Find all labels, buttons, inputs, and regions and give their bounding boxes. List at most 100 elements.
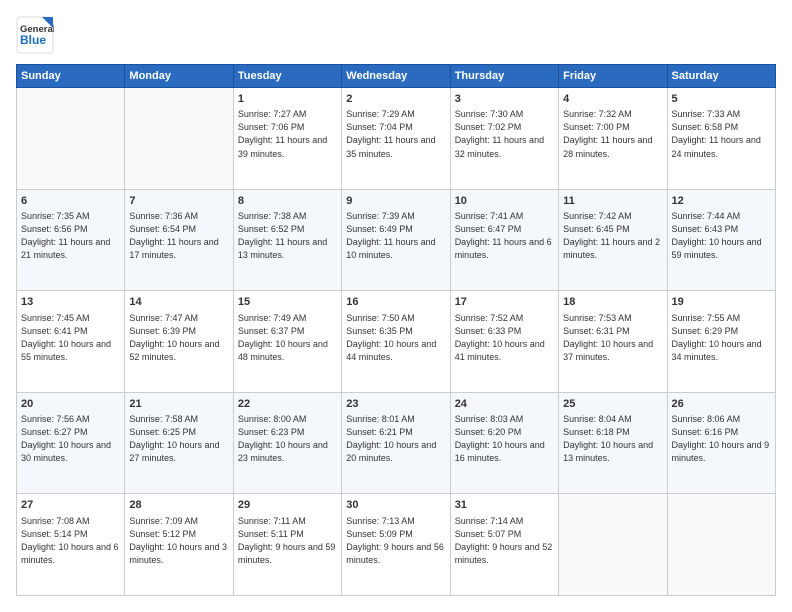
day-info: Sunrise: 7:41 AM Sunset: 6:47 PM Dayligh… [455,210,554,262]
calendar-cell: 27 Sunrise: 7:08 AM Sunset: 5:14 PM Dayli… [17,494,125,596]
day-info: Sunrise: 7:13 AM Sunset: 5:09 PM Dayligh… [346,515,445,567]
calendar-cell: 20Sunrise: 7:56 AM Sunset: 6:27 PM Dayli… [17,392,125,494]
calendar-cell: 7Sunrise: 7:36 AM Sunset: 6:54 PM Daylig… [125,189,233,291]
day-info: Sunrise: 7:09 AM Sunset: 5:12 PM Dayligh… [129,515,228,567]
day-number: 5 [672,92,771,107]
day-info: Sunrise: 7:44 AM Sunset: 6:43 PM Dayligh… [672,210,771,262]
day-number: 3 [455,92,554,107]
day-number: 28 [129,498,228,513]
calendar-cell: 15 Sunrise: 7:49 AM Sunset: 6:37 PM Dayli… [233,291,341,393]
calendar-cell: 16 Sunrise: 7:50 AM Sunset: 6:35 PM Dayli… [342,291,450,393]
calendar-cell [667,494,775,596]
day-number: 30 [346,498,445,513]
weekday-header-monday: Monday [125,65,233,88]
day-number: 13 [21,295,120,310]
calendar-cell: 14 Sunrise: 7:47 AM Sunset: 6:39 PM Dayli… [125,291,233,393]
day-info: Sunrise: 8:04 AM Sunset: 6:18 PM Dayligh… [563,413,662,465]
calendar: SundayMondayTuesdayWednesdayThursdayFrid… [16,64,776,596]
day-number: 27 [21,498,120,513]
calendar-cell: 23Sunrise: 8:01 AM Sunset: 6:21 PM Dayli… [342,392,450,494]
day-number: 20 [21,397,120,412]
calendar-cell: 30 Sunrise: 7:13 AM Sunset: 5:09 PM Dayli… [342,494,450,596]
day-number: 2 [346,92,445,107]
day-info: Sunrise: 7:38 AM Sunset: 6:52 PM Dayligh… [238,210,337,262]
calendar-cell: 28 Sunrise: 7:09 AM Sunset: 5:12 PM Dayli… [125,494,233,596]
calendar-cell: 9Sunrise: 7:39 AM Sunset: 6:49 PM Daylig… [342,189,450,291]
day-number: 23 [346,397,445,412]
weekday-header-wednesday: Wednesday [342,65,450,88]
day-info: Sunrise: 7:29 AM Sunset: 7:04 PM Dayligh… [346,108,445,160]
calendar-cell: 21Sunrise: 7:58 AM Sunset: 6:25 PM Dayli… [125,392,233,494]
day-info: Sunrise: 7:50 AM Sunset: 6:35 PM Dayligh… [346,312,445,364]
calendar-cell: 6Sunrise: 7:35 AM Sunset: 6:56 PM Daylig… [17,189,125,291]
weekday-header-tuesday: Tuesday [233,65,341,88]
day-info: Sunrise: 8:03 AM Sunset: 6:20 PM Dayligh… [455,413,554,465]
calendar-cell: 31 Sunrise: 7:14 AM Sunset: 5:07 PM Dayli… [450,494,558,596]
day-number: 24 [455,397,554,412]
day-info: Sunrise: 7:33 AM Sunset: 6:58 PM Dayligh… [672,108,771,160]
day-info: Sunrise: 7:56 AM Sunset: 6:27 PM Dayligh… [21,413,120,465]
day-info: Sunrise: 7:08 AM Sunset: 5:14 PM Dayligh… [21,515,120,567]
day-number: 21 [129,397,228,412]
day-number: 14 [129,295,228,310]
day-info: Sunrise: 7:39 AM Sunset: 6:49 PM Dayligh… [346,210,445,262]
weekday-header-sunday: Sunday [17,65,125,88]
day-info: Sunrise: 7:49 AM Sunset: 6:37 PM Dayligh… [238,312,337,364]
weekday-header-friday: Friday [559,65,667,88]
day-number: 10 [455,194,554,209]
calendar-week-1: 1Sunrise: 7:27 AM Sunset: 7:06 PM Daylig… [17,88,776,190]
weekday-header-thursday: Thursday [450,65,558,88]
day-info: Sunrise: 7:47 AM Sunset: 6:39 PM Dayligh… [129,312,228,364]
day-info: Sunrise: 7:30 AM Sunset: 7:02 PM Dayligh… [455,108,554,160]
day-number: 19 [672,295,771,310]
calendar-cell [125,88,233,190]
svg-text:Blue: Blue [20,33,46,47]
day-info: Sunrise: 7:42 AM Sunset: 6:45 PM Dayligh… [563,210,662,262]
day-info: Sunrise: 7:58 AM Sunset: 6:25 PM Dayligh… [129,413,228,465]
day-number: 16 [346,295,445,310]
day-info: Sunrise: 7:35 AM Sunset: 6:56 PM Dayligh… [21,210,120,262]
calendar-cell: 5Sunrise: 7:33 AM Sunset: 6:58 PM Daylig… [667,88,775,190]
day-number: 7 [129,194,228,209]
calendar-cell: 1Sunrise: 7:27 AM Sunset: 7:06 PM Daylig… [233,88,341,190]
day-number: 15 [238,295,337,310]
day-info: Sunrise: 7:45 AM Sunset: 6:41 PM Dayligh… [21,312,120,364]
day-number: 25 [563,397,662,412]
weekday-header-saturday: Saturday [667,65,775,88]
logo-svg: General Blue [16,16,54,54]
day-info: Sunrise: 7:53 AM Sunset: 6:31 PM Dayligh… [563,312,662,364]
day-number: 4 [563,92,662,107]
page: General Blue SundayMondayTuesdayWednesda… [0,0,792,612]
header: General Blue [16,16,776,54]
calendar-week-5: 27 Sunrise: 7:08 AM Sunset: 5:14 PM Dayli… [17,494,776,596]
day-number: 22 [238,397,337,412]
day-info: Sunrise: 8:01 AM Sunset: 6:21 PM Dayligh… [346,413,445,465]
calendar-cell: 18 Sunrise: 7:53 AM Sunset: 6:31 PM Dayli… [559,291,667,393]
weekday-row: SundayMondayTuesdayWednesdayThursdayFrid… [17,65,776,88]
calendar-week-2: 6Sunrise: 7:35 AM Sunset: 6:56 PM Daylig… [17,189,776,291]
day-info: Sunrise: 7:11 AM Sunset: 5:11 PM Dayligh… [238,515,337,567]
day-number: 31 [455,498,554,513]
calendar-cell: 2Sunrise: 7:29 AM Sunset: 7:04 PM Daylig… [342,88,450,190]
day-info: Sunrise: 7:55 AM Sunset: 6:29 PM Dayligh… [672,312,771,364]
calendar-cell: 10Sunrise: 7:41 AM Sunset: 6:47 PM Dayli… [450,189,558,291]
calendar-week-3: 13 Sunrise: 7:45 AM Sunset: 6:41 PM Dayli… [17,291,776,393]
day-number: 1 [238,92,337,107]
day-number: 9 [346,194,445,209]
day-info: Sunrise: 7:14 AM Sunset: 5:07 PM Dayligh… [455,515,554,567]
calendar-cell: 22Sunrise: 8:00 AM Sunset: 6:23 PM Dayli… [233,392,341,494]
calendar-cell: 25Sunrise: 8:04 AM Sunset: 6:18 PM Dayli… [559,392,667,494]
day-number: 29 [238,498,337,513]
calendar-cell: 13 Sunrise: 7:45 AM Sunset: 6:41 PM Dayli… [17,291,125,393]
day-info: Sunrise: 7:36 AM Sunset: 6:54 PM Dayligh… [129,210,228,262]
calendar-cell: 3Sunrise: 7:30 AM Sunset: 7:02 PM Daylig… [450,88,558,190]
day-info: Sunrise: 8:06 AM Sunset: 6:16 PM Dayligh… [672,413,771,465]
calendar-cell: 24Sunrise: 8:03 AM Sunset: 6:20 PM Dayli… [450,392,558,494]
day-info: Sunrise: 8:00 AM Sunset: 6:23 PM Dayligh… [238,413,337,465]
calendar-cell: 8Sunrise: 7:38 AM Sunset: 6:52 PM Daylig… [233,189,341,291]
calendar-cell: 26Sunrise: 8:06 AM Sunset: 6:16 PM Dayli… [667,392,775,494]
day-number: 18 [563,295,662,310]
day-number: 8 [238,194,337,209]
day-number: 11 [563,194,662,209]
calendar-cell [559,494,667,596]
